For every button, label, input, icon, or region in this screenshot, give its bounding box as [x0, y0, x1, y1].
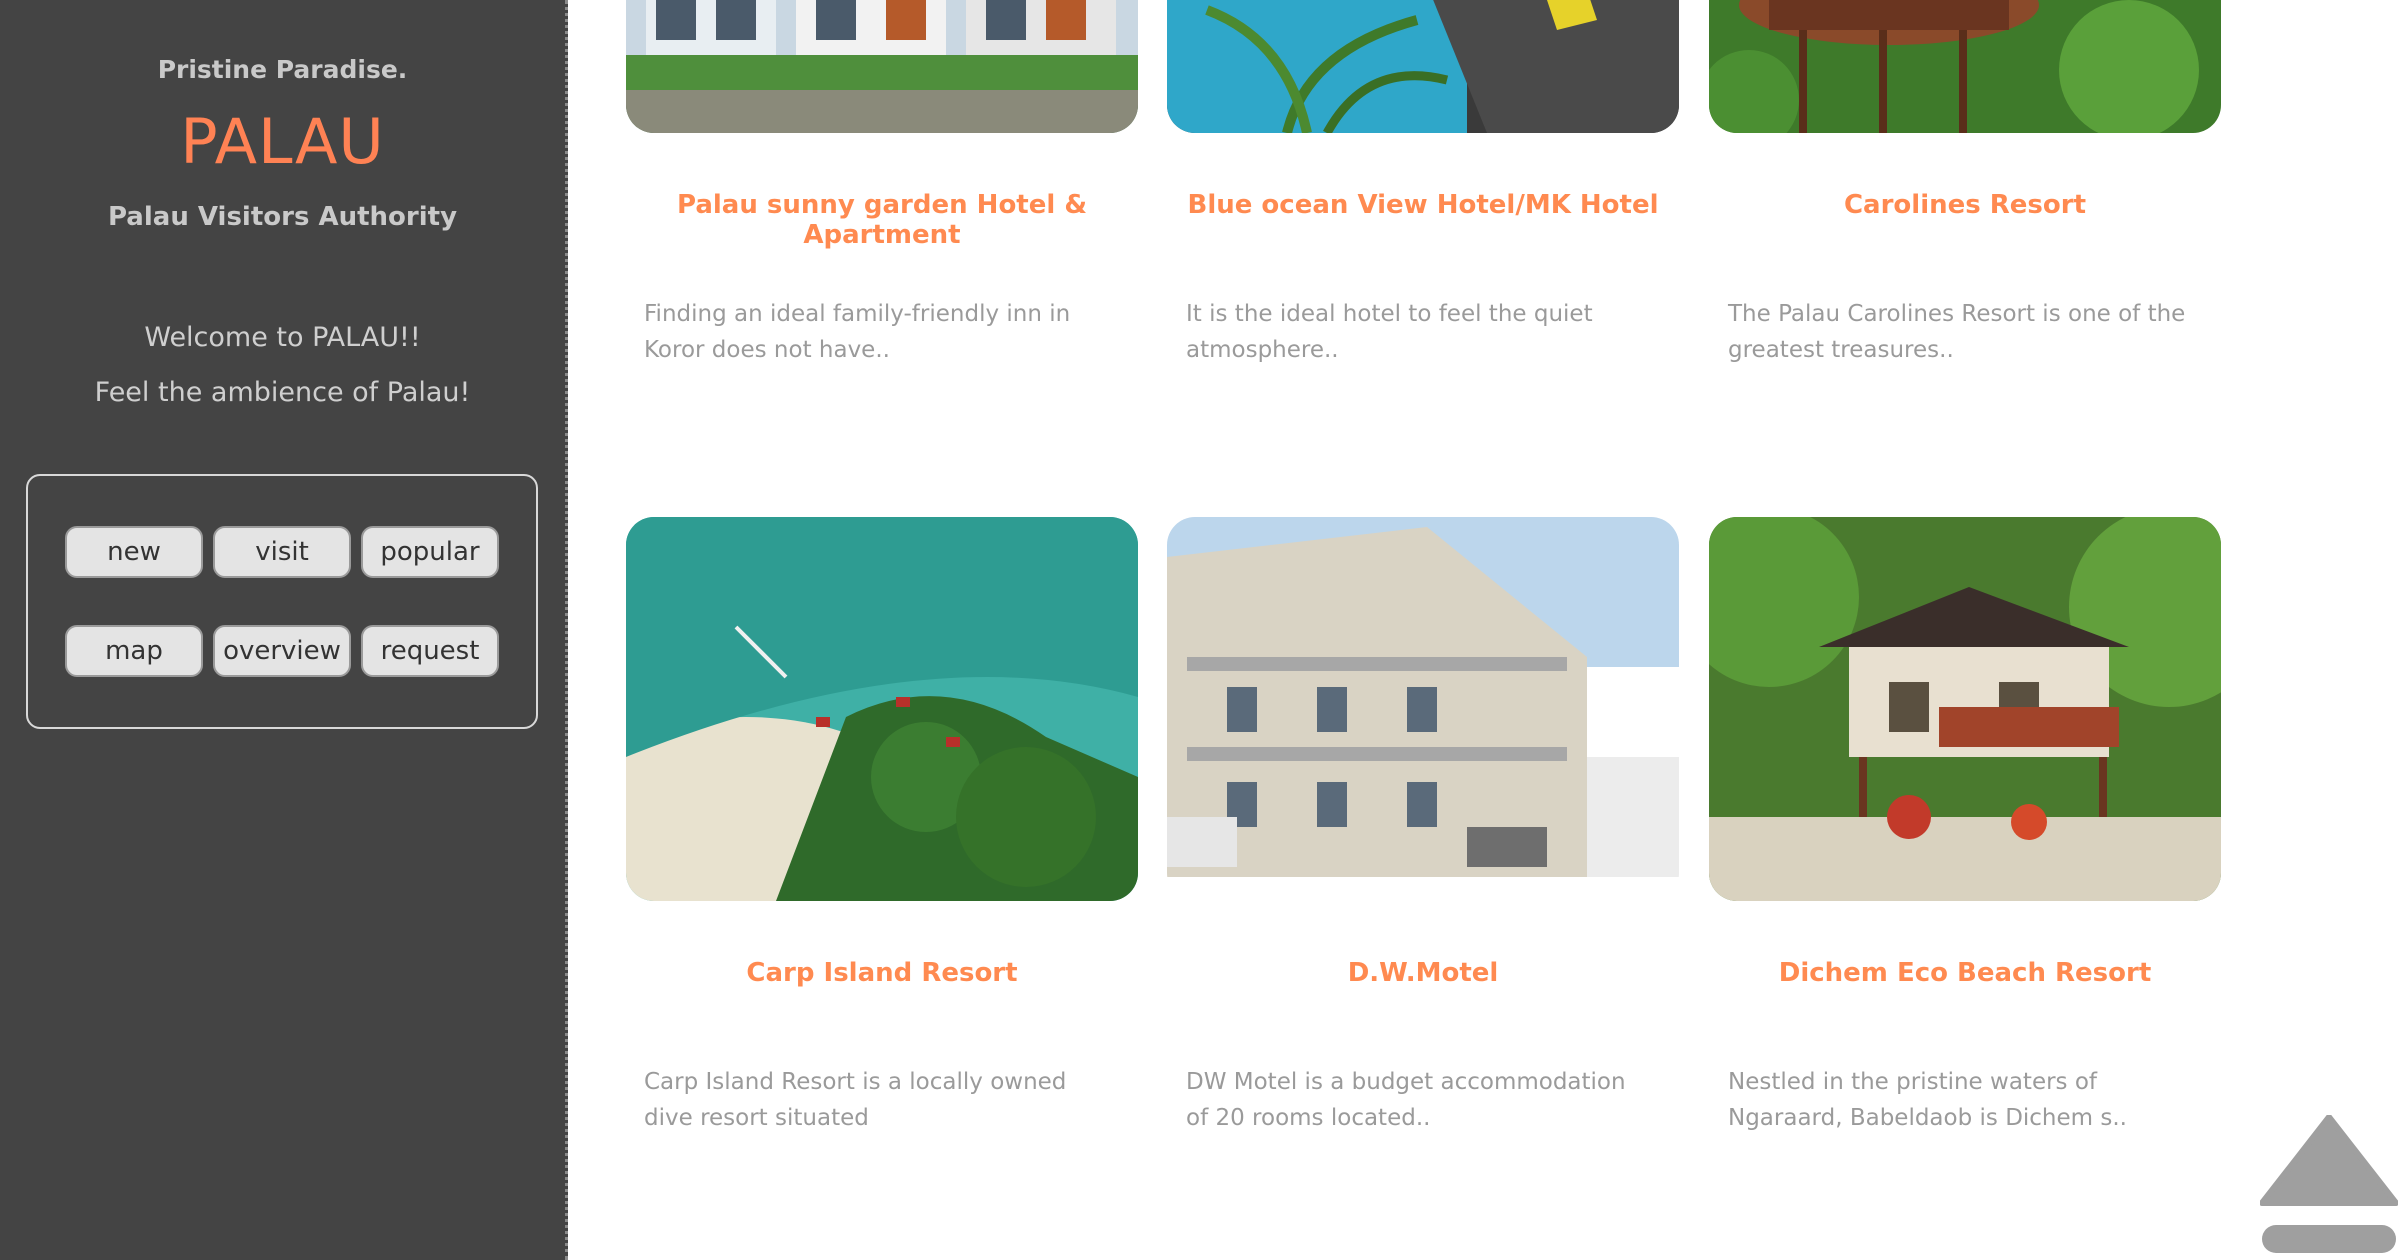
hotel-photo[interactable] — [626, 0, 1138, 133]
hotel-photo[interactable] — [1167, 0, 1679, 133]
hotel-photo[interactable] — [626, 517, 1138, 901]
hotel-listing: Palau sunny garden Hotel & Apartment Blu… — [571, 0, 2404, 1260]
hotel-photo[interactable] — [1709, 0, 2221, 133]
tagline: Pristine Paradise. — [157, 55, 408, 84]
hotel-name[interactable]: D.W.Motel — [1167, 958, 1679, 988]
site-title[interactable]: PALAU — [0, 105, 565, 178]
new-button[interactable]: new — [65, 526, 203, 578]
hotel-description: It is the ideal hotel to feel the quiet … — [1186, 301, 1593, 363]
hotel-photo[interactable] — [1709, 517, 2221, 901]
authority-name: Palau Visitors Authority — [107, 202, 458, 232]
hotel-name[interactable]: Palau sunny garden Hotel & Apartment — [626, 190, 1138, 250]
hotel-name[interactable]: Carolines Resort — [1709, 190, 2221, 220]
hotel-photo[interactable] — [1167, 517, 1679, 901]
hotel-name[interactable]: Dichem Eco Beach Resort — [1709, 958, 2221, 988]
scroll-to-top-icon — [2259, 1114, 2399, 1253]
hotel-description: Carp Island Resort is a locally owned di… — [644, 1069, 1067, 1131]
map-button[interactable]: map — [65, 625, 203, 677]
overview-button[interactable]: overview — [213, 625, 351, 677]
visit-button[interactable]: visit — [213, 526, 351, 578]
hotel-name[interactable]: Carp Island Resort — [626, 958, 1138, 988]
scroll-to-top-button[interactable] — [2259, 1114, 2399, 1255]
popular-button[interactable]: popular — [361, 526, 499, 578]
request-button[interactable]: request — [361, 625, 499, 677]
hotel-description: The Palau Carolines Resort is one of the… — [1728, 301, 2186, 363]
ambience-text: Feel the ambience of Palau! — [94, 377, 471, 408]
hotel-description: DW Motel is a budget accommodation of 20… — [1186, 1069, 1626, 1131]
hotel-description: Finding an ideal family-friendly inn in … — [644, 301, 1071, 363]
sidebar: Pristine Paradise. PALAU Palau Visitors … — [0, 0, 568, 1260]
hotel-description: Nestled in the pristine waters of Ngaraa… — [1728, 1069, 2127, 1131]
welcome-text: Welcome to PALAU!! — [144, 322, 421, 353]
menu-box: new visit popular map overview request — [26, 474, 538, 729]
hotel-name[interactable]: Blue ocean View Hotel/MK Hotel — [1167, 190, 1679, 220]
